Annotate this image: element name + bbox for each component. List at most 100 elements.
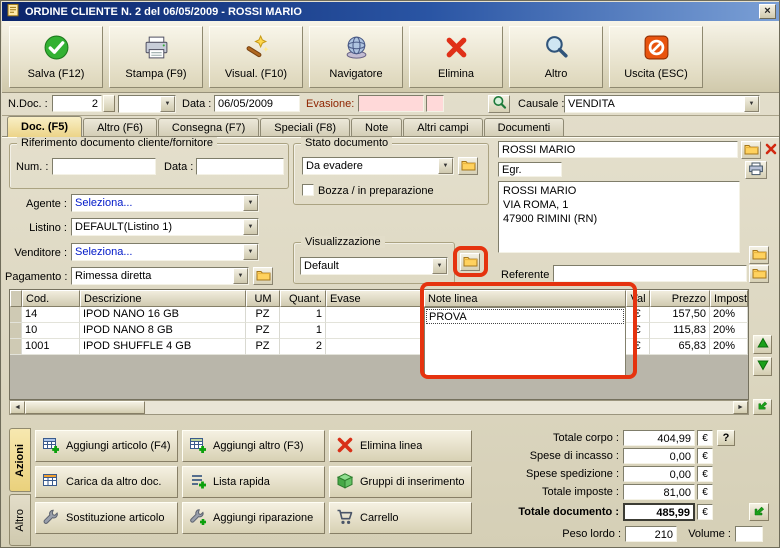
note-linea-edit-area[interactable]: PROVA (424, 307, 626, 377)
navigatore-button[interactable]: Navigatore (309, 25, 403, 88)
aggiungi-articolo-button[interactable]: Aggiungi articolo (F4) (35, 430, 178, 462)
move-row-up-button[interactable] (753, 335, 772, 354)
note-cell-selected[interactable]: PROVA (426, 309, 624, 324)
visualizzazione-folder-button[interactable] (460, 253, 480, 271)
scroll-right-icon[interactable]: ► (733, 401, 748, 414)
stato-combo[interactable]: Da evadere ▼ (302, 157, 454, 175)
spese-incasso-label: Spese di incasso : (529, 450, 619, 462)
carica-da-altro-doc-button[interactable]: Carica da altro doc. (35, 466, 178, 498)
sostituzione-articolo-button[interactable]: Sostituzione articolo (35, 502, 178, 534)
folder-icon (256, 269, 271, 284)
note-cell[interactable] (426, 324, 624, 339)
data-label: Data : (182, 98, 212, 110)
dropdown-arrow-icon[interactable]: ▼ (432, 258, 447, 274)
tab-note[interactable]: Note (351, 118, 403, 137)
referente-input[interactable] (553, 265, 747, 282)
stampa-button[interactable]: Stampa (F9) (109, 25, 203, 88)
spese-incasso-value[interactable]: 0,00 (623, 448, 695, 464)
ndoc-browse-button[interactable] (103, 95, 115, 112)
col-header-imposte[interactable]: Imposte (710, 290, 748, 307)
close-button[interactable]: × (759, 4, 776, 19)
row-selector-header (10, 290, 22, 307)
pagamento-folder-button[interactable] (253, 267, 273, 285)
scroll-left-icon[interactable]: ◄ (10, 401, 25, 414)
aggiungi-riparazione-button[interactable]: Aggiungi riparazione (182, 502, 325, 534)
table-row[interactable]: 14 IPOD NANO 16 GB PZ 1 € 157,50 20% (10, 307, 748, 323)
elimina-linea-button[interactable]: Elimina linea (329, 430, 472, 462)
venditore-combo[interactable]: Seleziona... ▼ (71, 243, 259, 261)
stato-folder-button[interactable] (458, 157, 478, 175)
spese-spedizione-value[interactable]: 0,00 (623, 466, 695, 482)
col-header-descrizione[interactable]: Descrizione (80, 290, 246, 307)
cliente-indirizzo-box[interactable]: ROSSI MARIO VIA ROMA, 1 47900 RIMINI (RN… (498, 181, 740, 253)
volume-value[interactable] (735, 526, 763, 542)
cliente-titolo-input[interactable]: Egr. (498, 162, 562, 177)
ndoc-type-combo[interactable]: ▼ (118, 95, 176, 113)
visualizzazione-combo[interactable]: Default ▼ (300, 257, 448, 275)
col-header-quant[interactable]: Quant. (280, 290, 326, 307)
cliente-print-button[interactable] (745, 161, 767, 179)
pagamento-combo[interactable]: Rimessa diretta ▼ (71, 267, 249, 285)
table-row[interactable]: 1001 IPOD SHUFFLE 4 GB PZ 2 € 65,83 20% (10, 339, 748, 355)
causale-search-button[interactable] (488, 95, 510, 113)
dropdown-arrow-icon[interactable]: ▼ (243, 219, 258, 235)
help-button[interactable]: ? (717, 430, 735, 446)
totale-documento-currency: € (697, 504, 713, 520)
dropdown-arrow-icon[interactable]: ▼ (160, 96, 175, 112)
rif-num-input[interactable] (52, 158, 156, 175)
elimina-button[interactable]: Elimina (409, 25, 503, 88)
dropdown-arrow-icon[interactable]: ▼ (744, 96, 759, 112)
scrollbar-track[interactable] (145, 401, 733, 414)
rif-data-input[interactable] (196, 158, 284, 175)
table-row[interactable]: 10 IPOD NANO 8 GB PZ 1 € 115,83 20% (10, 323, 748, 339)
visualizza-button[interactable]: Visual. (F10) (209, 25, 303, 88)
col-header-note-linea[interactable]: Note linea (424, 290, 626, 307)
scrollbar-thumb[interactable] (25, 401, 145, 414)
totale-detail-button[interactable] (749, 503, 769, 521)
cliente-folder-button[interactable] (741, 141, 761, 159)
note-cell[interactable] (426, 339, 624, 354)
dropdown-arrow-icon[interactable]: ▼ (243, 195, 258, 211)
bozza-checkbox[interactable] (302, 184, 314, 196)
col-header-cod[interactable]: Cod. (22, 290, 80, 307)
data-input[interactable]: 06/05/2009 (214, 95, 300, 112)
causale-combo[interactable]: VENDITA ▼ (564, 95, 760, 113)
tab-speciali-f8[interactable]: Speciali (F8) (260, 118, 351, 137)
vtab-altro[interactable]: Altro (9, 494, 31, 546)
salva-button[interactable]: Salva (F12) (9, 25, 103, 88)
evasione-input[interactable] (358, 95, 424, 112)
col-header-prezzo[interactable]: Prezzo (650, 290, 710, 307)
aggiungi-altro-button[interactable]: Aggiungi altro (F3) (182, 430, 325, 462)
dropdown-arrow-icon[interactable]: ▼ (233, 268, 248, 284)
tab-altro-f6[interactable]: Altro (F6) (83, 118, 157, 137)
agente-combo[interactable]: Seleziona... ▼ (71, 194, 259, 212)
uscita-button[interactable]: Uscita (ESC) (609, 25, 703, 88)
ndoc-input[interactable]: 2 (52, 95, 102, 112)
grid-expand-button[interactable] (753, 399, 772, 415)
tab-documenti[interactable]: Documenti (483, 118, 565, 137)
tab-consegna-f7[interactable]: Consegna (F7) (157, 118, 260, 137)
altro-button[interactable]: Altro (509, 25, 603, 88)
cliente-clear-button[interactable] (763, 142, 779, 158)
col-header-evase[interactable]: Evase (326, 290, 424, 307)
referente-folder-button[interactable] (749, 265, 769, 283)
gruppi-di-inserimento-button[interactable]: Gruppi di inserimento (329, 466, 472, 498)
tab-altri-campi[interactable]: Altri campi (403, 118, 483, 137)
indirizzo-folder-button[interactable] (749, 246, 769, 264)
dropdown-arrow-icon[interactable]: ▼ (438, 158, 453, 174)
dropdown-arrow-icon[interactable]: ▼ (243, 244, 258, 260)
rif-num-label: Num. : (16, 161, 49, 173)
peso-lordo-value[interactable]: 210 (625, 526, 677, 542)
listino-combo[interactable]: DEFAULT(Listino 1) ▼ (71, 218, 259, 236)
tab-doc-f5[interactable]: Doc. (F5) (7, 116, 83, 137)
vtab-azioni[interactable]: Azioni (9, 428, 31, 492)
carrello-button[interactable]: Carrello (329, 502, 472, 534)
evasione-flag-input[interactable] (426, 95, 444, 112)
document-header-bar: N.Doc. : 2 ▼ Data : 06/05/2009 Evasione:… (2, 93, 779, 116)
col-header-val[interactable]: Val (626, 290, 650, 307)
grid-horizontal-scrollbar[interactable]: ◄ ► (9, 400, 749, 415)
col-header-um[interactable]: UM (246, 290, 280, 307)
move-row-down-button[interactable] (753, 357, 772, 376)
lista-rapida-button[interactable]: Lista rapida (182, 466, 325, 498)
cliente-nome-input[interactable]: ROSSI MARIO (498, 141, 738, 158)
